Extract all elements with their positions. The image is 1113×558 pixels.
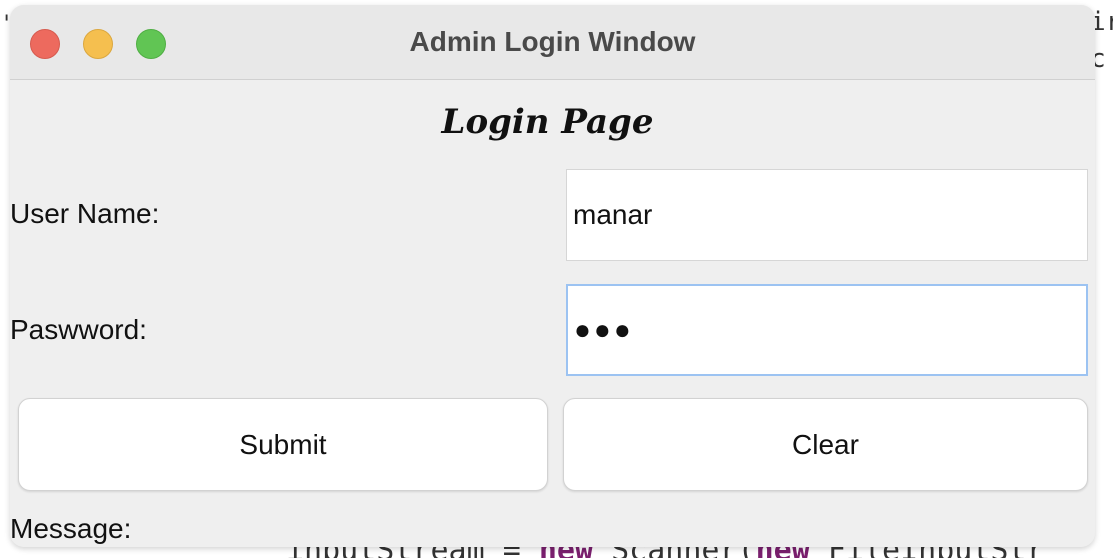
password-input[interactable]: ●●● [566,284,1088,376]
password-label: Paswword: [10,314,147,345]
title-bar[interactable]: Admin Login Window [10,5,1095,80]
username-input[interactable]: manar [566,169,1088,261]
message-label: Message: [10,513,132,544]
admin-login-window: Admin Login Window Login Page User Name:… [10,5,1095,547]
maximize-window-button[interactable] [136,29,166,59]
clear-button[interactable]: Clear [563,398,1088,491]
page-title: Login Page [441,102,654,142]
username-value: manar [573,199,653,230]
window-title: Admin Login Window [409,26,696,57]
username-label: User Name: [10,198,160,229]
close-window-button[interactable] [30,29,60,59]
minimize-window-button[interactable] [83,29,113,59]
screen: ' ir c inputStream = new Scanner(new Fil… [0,0,1113,558]
password-mask: ●●● [574,314,634,345]
login-form: Login Page User Name: manar Paswword: ●●… [10,80,1095,547]
submit-button[interactable]: Submit [18,398,548,491]
